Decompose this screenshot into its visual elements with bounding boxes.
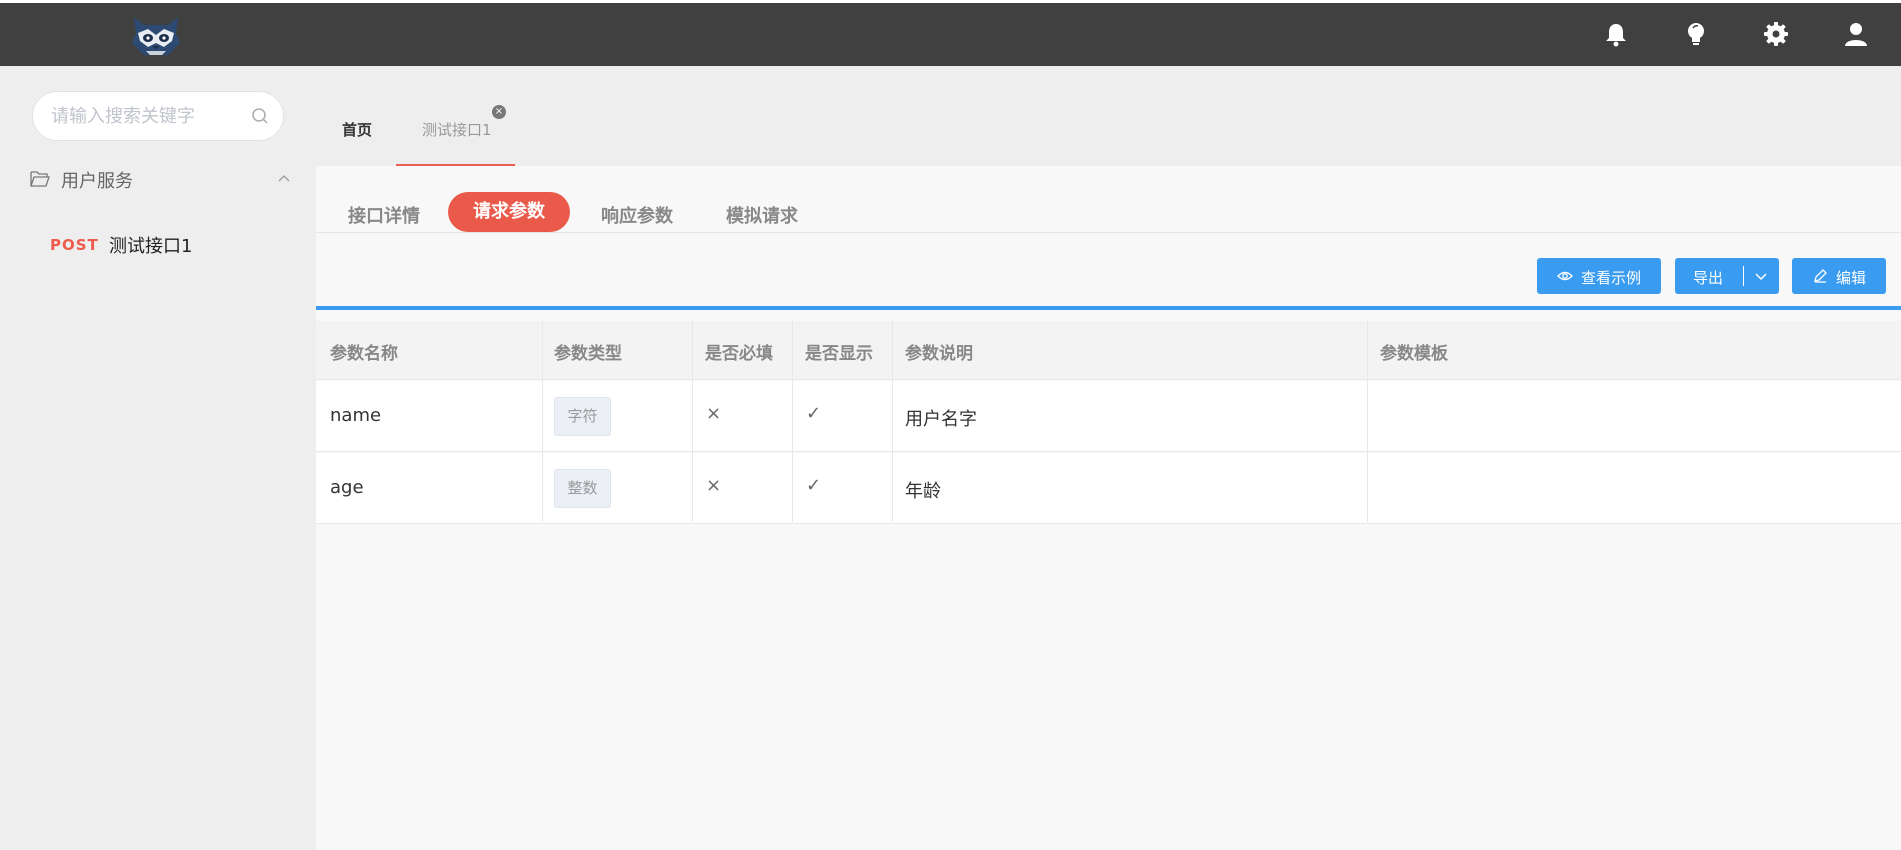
header-template: 参数模板 xyxy=(1380,344,1448,364)
chevron-up-icon[interactable] xyxy=(278,173,290,183)
export-label: 导出 xyxy=(1693,269,1724,287)
search-icon[interactable] xyxy=(251,107,269,125)
eye-icon xyxy=(1557,271,1573,281)
subtab-mock-request[interactable]: 模拟请求 xyxy=(726,202,798,228)
column-divider xyxy=(692,321,693,522)
tab-test-api-1[interactable]: 测试接口1 × xyxy=(396,66,515,166)
param-description: 用户名字 xyxy=(905,409,977,430)
header-description: 参数说明 xyxy=(905,344,973,364)
header-required: 是否必填 xyxy=(705,344,773,364)
chevron-down-icon[interactable] xyxy=(1753,270,1769,284)
edit-label: 编辑 xyxy=(1836,269,1867,287)
subtab-response-params[interactable]: 响应参数 xyxy=(601,202,673,228)
folder-label: 用户服务 xyxy=(61,171,133,192)
header-visible: 是否显示 xyxy=(805,344,873,364)
pen-icon xyxy=(1814,269,1827,283)
app-window: 用户服务 POST 测试接口1 首页 测试接口1 × 接口详情 请求参数 响应参… xyxy=(0,0,1901,850)
close-icon[interactable]: × xyxy=(492,105,506,119)
user-icon[interactable] xyxy=(1841,19,1871,49)
required-cross-icon: × xyxy=(706,403,722,424)
split-divider xyxy=(1743,266,1744,286)
visible-check-icon: ✓ xyxy=(806,403,822,424)
subtab-bar: 接口详情 请求参数 响应参数 模拟请求 xyxy=(316,166,1901,233)
main-content: 首页 测试接口1 × 接口详情 请求参数 响应参数 模拟请求 查看示例 导出 编… xyxy=(316,66,1901,850)
table-row: name 字符 × ✓ 用户名字 xyxy=(316,381,1901,452)
method-badge: POST xyxy=(50,236,99,254)
tab-home[interactable]: 首页 xyxy=(342,119,372,159)
bell-icon[interactable] xyxy=(1601,19,1631,49)
header-param-type: 参数类型 xyxy=(554,344,622,364)
folder-user-service[interactable]: 用户服务 xyxy=(30,164,290,194)
column-divider xyxy=(792,321,793,522)
param-name: age xyxy=(330,477,364,498)
sidebar-item-label: 测试接口1 xyxy=(109,236,193,257)
detail-panel: 接口详情 请求参数 响应参数 模拟请求 查看示例 导出 编辑 参数名称 参数类型… xyxy=(316,166,1901,850)
subtab-api-detail[interactable]: 接口详情 xyxy=(348,202,420,228)
sidebar-item-test-api-1[interactable]: POST 测试接口1 xyxy=(50,229,290,259)
param-name: name xyxy=(330,405,382,426)
gear-icon[interactable] xyxy=(1761,19,1791,49)
column-divider xyxy=(892,321,893,522)
table-top-border xyxy=(316,306,1901,310)
param-description: 年龄 xyxy=(905,481,941,502)
column-divider xyxy=(542,321,543,522)
raccoon-logo[interactable] xyxy=(128,13,184,58)
edit-button[interactable]: 编辑 xyxy=(1792,258,1886,294)
required-cross-icon: × xyxy=(706,475,722,496)
search-box xyxy=(32,91,284,141)
visible-check-icon: ✓ xyxy=(806,475,822,496)
table-header: 参数名称 参数类型 是否必填 是否显示 参数说明 参数模板 xyxy=(316,321,1901,380)
search-input[interactable] xyxy=(51,104,241,128)
header-param-name: 参数名称 xyxy=(330,344,398,364)
export-button[interactable]: 导出 xyxy=(1675,258,1779,294)
tab-label: 测试接口1 xyxy=(422,121,492,139)
top-header xyxy=(0,3,1901,66)
folder-open-icon xyxy=(30,171,50,187)
view-example-label: 查看示例 xyxy=(1581,269,1642,287)
bulb-icon[interactable] xyxy=(1681,19,1711,49)
type-tag: 字符 xyxy=(554,397,611,436)
view-example-button[interactable]: 查看示例 xyxy=(1537,258,1661,294)
subtab-request-params[interactable]: 请求参数 xyxy=(448,192,570,232)
table-row: age 整数 × ✓ 年龄 xyxy=(316,453,1901,524)
column-divider xyxy=(1367,321,1368,522)
sidebar: 用户服务 POST 测试接口1 xyxy=(0,66,316,850)
type-tag: 整数 xyxy=(554,469,611,508)
